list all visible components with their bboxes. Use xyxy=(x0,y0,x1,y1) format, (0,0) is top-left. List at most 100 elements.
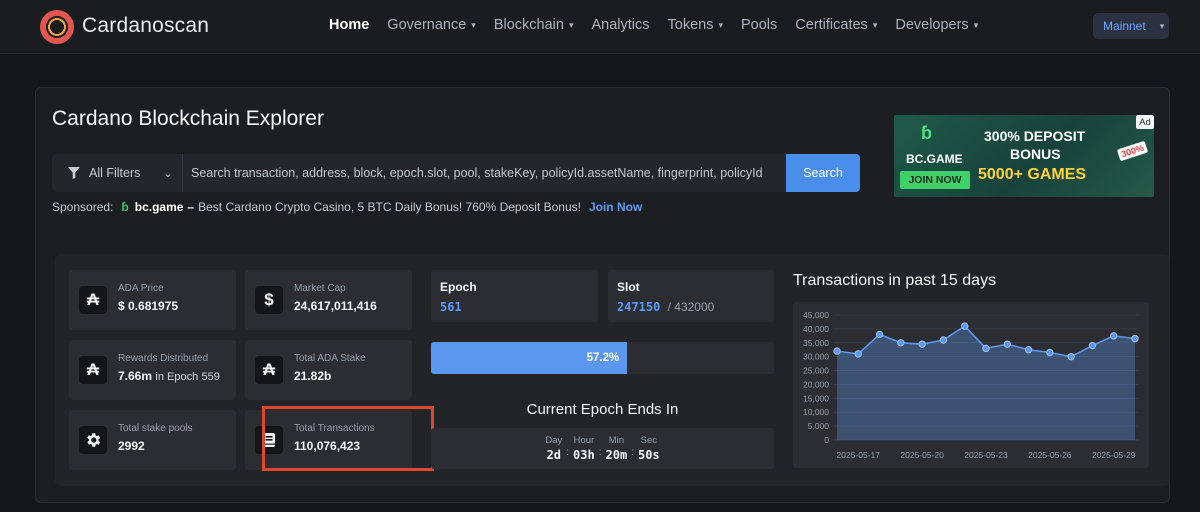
stat-value: 7.66m in Epoch 559 xyxy=(118,369,220,383)
nav-item-developers[interactable]: Developers ▾ xyxy=(895,17,978,33)
ad-brand: BC.GAME xyxy=(906,152,963,166)
sponsor-text: Best Cardano Crypto Casino, 5 BTC Daily … xyxy=(198,200,581,214)
nav-item-label: Developers xyxy=(895,17,969,33)
ada-icon: ₳ xyxy=(255,356,283,384)
sponsored-line: Sponsored: ɓ bc.game – Best Cardano Cryp… xyxy=(52,200,642,214)
y-tick-label: 30,000 xyxy=(803,352,829,362)
countdown-hour: Hour 03h xyxy=(573,435,595,462)
chevron-down-icon: ▾ xyxy=(568,19,574,30)
epoch-countdown: Day 2d: Hour 03h: Min 20m: Sec 50s xyxy=(431,428,774,469)
top-navbar: Cardanoscan Home Governance ▾ Blockchain ▾ An… xyxy=(0,0,1200,54)
chart-point xyxy=(854,350,862,358)
stake-pools-card[interactable]: Total stake pools 2992 xyxy=(69,410,236,470)
ada-price-card[interactable]: ₳ ADA Price $ 0.681975 xyxy=(69,270,236,330)
rewards-value: 7.66m xyxy=(118,369,153,383)
slot-card: Slot 247150 / 432000 xyxy=(608,270,774,322)
nav-item-blockchain[interactable]: Blockchain ▾ xyxy=(494,17,574,33)
nav-item-label: Tokens xyxy=(667,17,714,33)
bc-game-icon: ɓ xyxy=(121,200,129,214)
transactions-chart[interactable]: 0 5,000 10,000 15,000 20,000 25,000 30,000 35,0… xyxy=(793,302,1149,468)
stat-value: 21.82b xyxy=(294,369,332,383)
network-selector[interactable]: Mainnet ▾ xyxy=(1093,13,1169,39)
sponsor-brand[interactable]: bc.game xyxy=(135,200,184,214)
countdown-unit: Sec xyxy=(640,435,657,446)
y-tick-label: 45,000 xyxy=(803,310,829,320)
x-tick-label: 2025-05-23 xyxy=(964,450,1008,460)
y-tick-label: 10,000 xyxy=(803,407,829,417)
countdown-value: 2d xyxy=(546,448,562,462)
total-stake-card[interactable]: ₳ Total ADA Stake 21.82b xyxy=(245,340,412,400)
nav-item-label: Blockchain xyxy=(493,17,564,33)
stat-value: $ 0.681975 xyxy=(118,299,179,313)
brand-name[interactable]: Cardanoscan xyxy=(82,14,209,38)
explorer-card: Cardano Blockchain Explorer All Filters … xyxy=(35,87,1170,503)
y-tick-label: 15,000 xyxy=(803,393,829,403)
stat-label: Market Cap xyxy=(294,283,346,294)
countdown-value: 03h xyxy=(573,448,595,462)
filter-dropdown[interactable]: All Filters ⌄ xyxy=(52,154,183,192)
epoch-progress-fill: 57.2% xyxy=(431,342,628,374)
ad-banner[interactable]: Ad ɓ BC.GAME JOIN NOW 300% DEPOSIT BONUS… xyxy=(894,115,1154,197)
y-tick-label: 20,000 xyxy=(803,379,829,389)
chart-title: Transactions in past 15 days xyxy=(793,272,997,289)
search-input[interactable] xyxy=(183,154,786,192)
slot-current: 247150 xyxy=(617,300,661,314)
y-tick-label: 0 xyxy=(824,435,829,445)
ad-headline-3: 5000+ GAMES xyxy=(978,166,1087,183)
stat-label: Rewards Distributed xyxy=(118,353,209,364)
x-tick-label: 2025-05-20 xyxy=(900,450,944,460)
epoch-label: Epoch xyxy=(440,280,477,294)
y-tick-label: 5,000 xyxy=(808,421,830,431)
chart-point xyxy=(1003,340,1011,348)
nav-item-label: Analytics xyxy=(591,17,650,33)
bc-game-logo-icon: ɓ xyxy=(921,123,932,143)
nav-item-certificates[interactable]: Certificates ▾ xyxy=(795,17,877,33)
transactions-chart-svg: 0 5,000 10,000 15,000 20,000 25,000 30,000 35,0… xyxy=(803,310,1139,460)
ada-icon: ₳ xyxy=(79,286,107,314)
countdown-sec: Sec 50s xyxy=(638,435,660,462)
x-tick-label: 2025-05-26 xyxy=(1028,450,1072,460)
epoch-value[interactable]: 561 xyxy=(440,300,462,314)
chart-point xyxy=(1110,332,1118,340)
chevron-down-icon: ▾ xyxy=(872,19,878,30)
chevron-down-icon: ▾ xyxy=(471,19,476,30)
nav-item-governance[interactable]: Governance ▾ xyxy=(387,17,476,33)
chart-point xyxy=(897,339,905,347)
slot-label: Slot xyxy=(617,280,640,294)
epoch-ends-title: Current Epoch Ends In xyxy=(526,401,679,418)
countdown-value: 20m xyxy=(605,448,628,462)
x-tick-label: 2025-05-17 xyxy=(837,450,881,460)
nav-item-analytics[interactable]: Analytics xyxy=(591,17,649,33)
chart-point xyxy=(961,322,969,330)
nav-item-label: Certificates xyxy=(795,17,868,33)
countdown-min: Min 20m xyxy=(606,435,628,462)
countdown-separator: : xyxy=(598,447,602,458)
nav-item-pools[interactable]: Pools xyxy=(741,17,777,33)
countdown-unit: Hour xyxy=(573,435,595,446)
ad-join-button[interactable]: JOIN NOW xyxy=(900,171,970,189)
rewards-mid-text: in Epoch xyxy=(155,371,199,383)
rewards-epoch: 559 xyxy=(201,371,220,383)
chart-point xyxy=(1131,334,1139,343)
search-bar: All Filters ⌄ Search xyxy=(52,154,860,192)
stat-label: Total stake pools xyxy=(118,423,193,434)
chevron-down-icon: ▾ xyxy=(1159,20,1165,31)
epoch-card[interactable]: Epoch 561 xyxy=(431,270,598,322)
countdown-unit: Min xyxy=(608,435,624,446)
market-cap-card[interactable]: $ Market Cap 24,617,011,416 xyxy=(245,270,412,330)
cardanoscan-logo-icon[interactable] xyxy=(40,10,74,44)
rewards-card[interactable]: ₳ Rewards Distributed 7.66m in Epoch 559 xyxy=(69,340,236,400)
search-button[interactable]: Search xyxy=(786,154,860,192)
main-menu: Home Governance ▾ Blockchain ▾ Analytics Token… xyxy=(329,17,978,33)
countdown-value: 50s xyxy=(637,448,660,462)
stat-label: ADA Price xyxy=(118,283,164,294)
nav-item-tokens[interactable]: Tokens ▾ xyxy=(668,17,723,33)
stats-panel: ₳ ADA Price $ 0.681975 $ Market Cap 24,6… xyxy=(55,254,1170,486)
highlight-box xyxy=(262,406,434,471)
ad-headline-1: 300% DEPOSIT xyxy=(984,128,1086,144)
chart-point xyxy=(833,347,841,355)
chevron-down-icon: ▾ xyxy=(718,19,723,30)
stat-label: Total ADA Stake xyxy=(294,353,366,364)
join-now-link[interactable]: Join Now xyxy=(589,200,642,214)
nav-item-home[interactable]: Home xyxy=(329,17,369,33)
